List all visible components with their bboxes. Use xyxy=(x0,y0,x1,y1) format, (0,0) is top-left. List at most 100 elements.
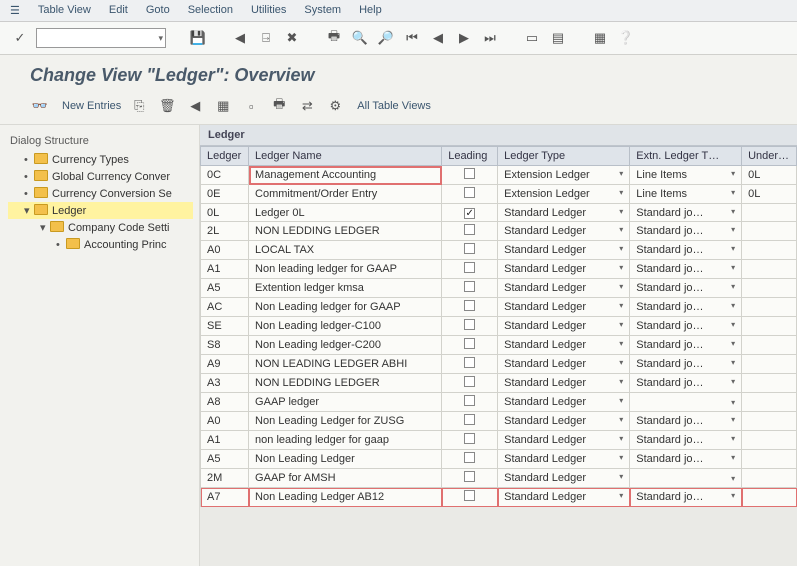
cell-ext-type[interactable]: Standard jo…▾ xyxy=(630,374,742,393)
leading-checkbox[interactable] xyxy=(464,168,475,179)
cell-ledger-name[interactable]: Extention ledger kmsa xyxy=(249,279,442,298)
cell-leading[interactable]: ✓ xyxy=(442,204,498,222)
dropdown-icon[interactable]: ▾ xyxy=(731,339,735,348)
first-page-icon[interactable]: ⏮ xyxy=(402,28,422,48)
cell-ext-type[interactable]: Standard jo…▾ xyxy=(630,431,742,450)
cell-underlying[interactable] xyxy=(742,412,797,431)
cell-ledger[interactable]: 2L xyxy=(201,222,249,241)
cell-leading[interactable] xyxy=(442,355,498,374)
expand-icon[interactable]: ▾ xyxy=(24,204,34,217)
cell-ledger-name[interactable]: NON LEADING LEDGER ABHI xyxy=(249,355,442,374)
dropdown-icon[interactable]: ▾ xyxy=(731,207,735,216)
cell-ledger[interactable]: A0 xyxy=(201,241,249,260)
cell-ledger-name[interactable]: Non Leading Ledger for ZUSG xyxy=(249,412,442,431)
leading-checkbox[interactable] xyxy=(464,224,475,235)
leading-checkbox[interactable] xyxy=(464,262,475,273)
col-header-type[interactable]: Ledger Type xyxy=(498,147,630,166)
table-row[interactable]: A0LOCAL TAXStandard Ledger▾Standard jo…▾ xyxy=(201,241,797,260)
cell-ext-type[interactable]: Standard jo…▾ xyxy=(630,260,742,279)
col-header-ext[interactable]: Extn. Ledger T… xyxy=(630,147,742,166)
cell-underlying[interactable] xyxy=(742,355,797,374)
table-row[interactable]: S8Non Leading ledger-C200Standard Ledger… xyxy=(201,336,797,355)
leading-checkbox[interactable] xyxy=(464,187,475,198)
table-row[interactable]: A8GAAP ledgerStandard Ledger▾▾ xyxy=(201,393,797,412)
cell-leading[interactable] xyxy=(442,166,498,185)
col-header-name[interactable]: Ledger Name xyxy=(249,147,442,166)
expand-icon[interactable]: • xyxy=(24,171,34,183)
tree-node[interactable]: •Currency Conversion Se xyxy=(8,185,193,202)
cell-ledger-name[interactable]: Non Leading Ledger xyxy=(249,450,442,469)
cell-leading[interactable] xyxy=(442,431,498,450)
cell-ledger-type[interactable]: Standard Ledger▾ xyxy=(498,393,630,412)
cell-leading[interactable] xyxy=(442,412,498,431)
cell-underlying[interactable] xyxy=(742,298,797,317)
dropdown-icon[interactable]: ▾ xyxy=(731,377,735,386)
cell-ledger[interactable]: A9 xyxy=(201,355,249,374)
leading-checkbox[interactable] xyxy=(464,300,475,311)
cell-underlying[interactable] xyxy=(742,279,797,298)
dropdown-icon[interactable]: ▾ xyxy=(731,225,735,234)
dropdown-icon[interactable]: ▾ xyxy=(619,282,623,291)
bc-set-icon[interactable]: ⇄ xyxy=(297,96,317,116)
findnext-icon[interactable]: 🔎 xyxy=(376,28,396,48)
back-icon[interactable]: ◀ xyxy=(230,28,250,48)
cell-ledger-name[interactable]: Non Leading ledger-C100 xyxy=(249,317,442,336)
dropdown-icon[interactable]: ▾ xyxy=(619,320,623,329)
print-icon[interactable]: 🖶 xyxy=(324,28,344,48)
command-field[interactable]: ▾ xyxy=(36,28,166,48)
table-row[interactable]: ACNon Leading ledger for GAAPStandard Le… xyxy=(201,298,797,317)
leading-checkbox[interactable] xyxy=(464,338,475,349)
expand-icon[interactable]: • xyxy=(24,188,34,200)
cell-ledger-type[interactable]: Standard Ledger▾ xyxy=(498,204,630,222)
cell-ledger-name[interactable]: Non Leading ledger-C200 xyxy=(249,336,442,355)
menu-goto[interactable]: Goto xyxy=(146,4,170,17)
cell-underlying[interactable] xyxy=(742,431,797,450)
cell-ledger-name[interactable]: Ledger 0L xyxy=(249,204,442,222)
cell-ledger[interactable]: SE xyxy=(201,317,249,336)
next-page-icon[interactable]: ▶ xyxy=(454,28,474,48)
cell-ledger[interactable]: A0 xyxy=(201,412,249,431)
table-row[interactable]: A1non leading ledger for gaapStandard Le… xyxy=(201,431,797,450)
cell-ext-type[interactable]: Standard jo…▾ xyxy=(630,298,742,317)
enter-icon[interactable]: ✓ xyxy=(10,28,30,48)
dropdown-icon[interactable]: ▾ xyxy=(731,169,735,178)
leading-checkbox[interactable] xyxy=(464,433,475,444)
dropdown-icon[interactable]: ▾ xyxy=(619,491,623,500)
cell-leading[interactable] xyxy=(442,241,498,260)
cell-ext-type[interactable]: Standard jo…▾ xyxy=(630,241,742,260)
cell-ledger-type[interactable]: Extension Ledger▾ xyxy=(498,185,630,204)
cell-underlying[interactable] xyxy=(742,222,797,241)
find-icon[interactable]: 🔍 xyxy=(350,28,370,48)
leading-checkbox[interactable] xyxy=(464,414,475,425)
copy-icon[interactable]: ⎘ xyxy=(129,96,149,116)
dropdown-icon[interactable]: ▾ xyxy=(731,301,735,310)
dropdown-icon[interactable]: ▾ xyxy=(619,396,623,405)
cell-ledger[interactable]: A8 xyxy=(201,393,249,412)
menu-help[interactable]: Help xyxy=(359,4,382,17)
cell-ext-type[interactable]: Standard jo…▾ xyxy=(630,222,742,241)
cell-underlying[interactable] xyxy=(742,393,797,412)
cell-ledger[interactable]: AC xyxy=(201,298,249,317)
cell-ledger-type[interactable]: Standard Ledger▾ xyxy=(498,355,630,374)
cell-ext-type[interactable]: ▾ xyxy=(630,469,742,488)
cell-ext-type[interactable]: Standard jo…▾ xyxy=(630,450,742,469)
cell-ext-type[interactable]: Standard jo…▾ xyxy=(630,317,742,336)
cell-ledger-name[interactable]: Management Accounting xyxy=(249,166,442,185)
cell-ledger-type[interactable]: Standard Ledger▾ xyxy=(498,469,630,488)
tree-node[interactable]: •Global Currency Conver xyxy=(8,168,193,185)
table-row[interactable]: A7Non Leading Ledger AB12Standard Ledger… xyxy=(201,488,797,507)
dropdown-icon[interactable]: ▾ xyxy=(731,282,735,291)
cell-underlying[interactable] xyxy=(742,204,797,222)
cell-underlying[interactable] xyxy=(742,336,797,355)
dropdown-icon[interactable]: ▾ xyxy=(731,320,735,329)
col-header-underlying[interactable]: Under… xyxy=(742,147,797,166)
cell-underlying[interactable] xyxy=(742,317,797,336)
cell-ledger-name[interactable]: LOCAL TAX xyxy=(249,241,442,260)
new-session-icon[interactable]: ▭ xyxy=(522,28,542,48)
menu-tableview[interactable]: Table View xyxy=(38,4,91,17)
select-all-icon[interactable]: ▦ xyxy=(213,96,233,116)
cell-ledger-type[interactable]: Standard Ledger▾ xyxy=(498,374,630,393)
table-row[interactable]: A5Extention ledger kmsaStandard Ledger▾S… xyxy=(201,279,797,298)
cell-ledger-name[interactable]: NON LEDDING LEDGER xyxy=(249,374,442,393)
cell-ledger-type[interactable]: Standard Ledger▾ xyxy=(498,450,630,469)
